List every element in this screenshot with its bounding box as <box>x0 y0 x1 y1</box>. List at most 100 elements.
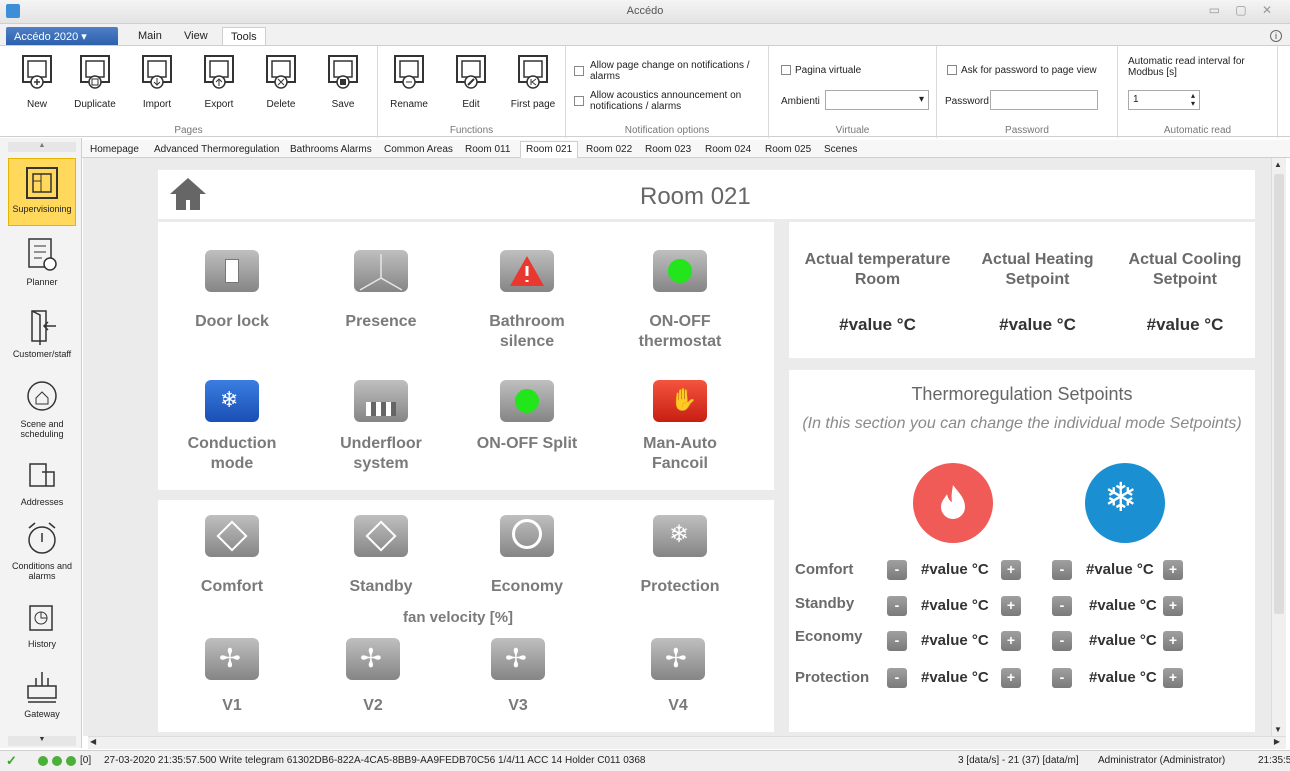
protection-mode-button[interactable]: ❄ Protection <box>615 515 745 597</box>
cool-standby-minus-button[interactable]: - <box>1052 596 1072 616</box>
sp-row-comfort-label: Comfort <box>795 561 854 578</box>
heat-standby-plus-button[interactable]: + <box>1001 596 1021 616</box>
nav-supervisioning[interactable]: Supervisioning <box>8 158 76 226</box>
app-menu-button[interactable]: Accédo 2020 ▾ <box>6 27 118 46</box>
delete-button[interactable]: Delete <box>256 54 306 110</box>
heat-comfort-value: #value °C <box>921 561 989 578</box>
virtual-group-title: Virtuale <box>835 125 870 136</box>
nav-addresses-label: Addresses <box>20 497 64 507</box>
cool-standby-plus-button[interactable]: + <box>1163 596 1183 616</box>
tab-common-areas[interactable]: Common Areas <box>384 144 453 155</box>
scroll-down-arrow[interactable]: ▼ <box>1274 725 1282 734</box>
tab-tools[interactable]: Tools <box>222 27 266 47</box>
autoread-stepper[interactable]: 1 ▴ ▾ <box>1128 90 1200 110</box>
underfloor-control[interactable]: Underfloor system <box>316 380 446 474</box>
ambienti-dropdown[interactable]: ▾ <box>825 90 929 110</box>
export-button[interactable]: Export <box>194 54 244 110</box>
tab-bathrooms-alarms[interactable]: Bathrooms Alarms <box>290 144 372 155</box>
duplicate-button[interactable]: Duplicate <box>70 54 120 110</box>
tab-room-022[interactable]: Room 022 <box>586 144 632 155</box>
heating-setpoint-label: Actual Heating Setpoint <box>981 251 1094 288</box>
save-button[interactable]: Save <box>318 54 368 110</box>
onoff-split-control[interactable]: ON-OFF Split <box>462 380 592 454</box>
status-log: 27-03-2020 21:35:57.500 Write telegram 6… <box>104 755 646 766</box>
bathroom-silence-control[interactable]: Bathroom silence <box>462 250 592 352</box>
heat-protection-plus-button[interactable]: + <box>1001 668 1021 688</box>
scroll-up-arrow[interactable]: ▲ <box>1274 160 1282 169</box>
import-button[interactable]: Import <box>132 54 182 110</box>
tab-view[interactable]: View <box>184 30 208 42</box>
tab-room-021[interactable]: Room 021 <box>520 141 579 159</box>
home-icon[interactable] <box>168 176 208 212</box>
standby-mode-button[interactable]: Standby <box>316 515 446 597</box>
scroll-right-arrow[interactable]: ▶ <box>1274 737 1280 746</box>
password-input[interactable] <box>990 90 1098 110</box>
cool-comfort-plus-button[interactable]: + <box>1163 560 1183 580</box>
nav-history[interactable]: History <box>8 602 76 649</box>
nav-scroll-up[interactable]: ▲ <box>8 142 76 152</box>
pagina-virtuale-label: Pagina virtuale <box>795 65 862 76</box>
tab-scenes[interactable]: Scenes <box>824 144 857 155</box>
autoread-group: Automatic read interval for Modbus [s] 1… <box>1118 46 1278 138</box>
fan-v2-button[interactable]: ✢ V2 <box>308 638 438 716</box>
onoff-thermostat-control[interactable]: ON-OFF thermostat <box>615 250 745 352</box>
sp-row-protection-label: Protection <box>795 669 870 686</box>
conduction-mode-control[interactable]: ❄ Conduction mode <box>167 380 297 474</box>
cool-protection-plus-button[interactable]: + <box>1163 668 1183 688</box>
man-auto-fancoil-control[interactable]: ✋ Man-Auto Fancoil <box>615 380 745 474</box>
heat-protection-minus-button[interactable]: - <box>887 668 907 688</box>
nav-conditions[interactable]: Conditions and alarms <box>8 520 76 581</box>
nav-planner[interactable]: Planner <box>8 236 76 287</box>
help-icon[interactable]: i <box>1270 30 1282 42</box>
page-change-checkbox[interactable] <box>574 66 584 76</box>
fan-v1-button[interactable]: ✢ V1 <box>167 638 297 716</box>
new-button[interactable]: New <box>12 54 62 110</box>
heat-economy-plus-button[interactable]: + <box>1001 631 1021 651</box>
heat-comfort-plus-button[interactable]: + <box>1001 560 1021 580</box>
presence-control[interactable]: Presence <box>316 250 446 332</box>
door-enter-icon <box>31 310 56 345</box>
presence-icon <box>354 250 408 292</box>
heat-comfort-minus-button[interactable]: - <box>887 560 907 580</box>
door-lock-control[interactable]: Door lock <box>167 250 297 332</box>
nav-gateway[interactable]: Gateway <box>8 666 76 719</box>
tab-room-025[interactable]: Room 025 <box>765 144 811 155</box>
page-change-label: Allow page change on notifications / ala… <box>590 60 750 82</box>
first-page-button[interactable]: First page <box>508 54 558 110</box>
nav-customer[interactable]: Customer/staff <box>8 308 76 359</box>
tab-main[interactable]: Main <box>138 30 162 42</box>
cool-economy-plus-button[interactable]: + <box>1163 631 1183 651</box>
heat-economy-minus-button[interactable]: - <box>887 631 907 651</box>
spin-icon[interactable]: ▴ ▾ <box>1191 92 1195 108</box>
rename-button[interactable]: Rename <box>384 54 434 110</box>
window-controls[interactable]: ▭ ▢ ✕ <box>1209 3 1278 17</box>
nav-scene[interactable]: Scene and scheduling <box>8 378 76 439</box>
ask-password-checkbox[interactable] <box>947 65 957 75</box>
cool-protection-minus-button[interactable]: - <box>1052 668 1072 688</box>
tab-room-023[interactable]: Room 023 <box>645 144 691 155</box>
cool-comfort-minus-button[interactable]: - <box>1052 560 1072 580</box>
tab-homepage[interactable]: Homepage <box>90 144 139 155</box>
acoustic-checkbox[interactable] <box>574 96 584 106</box>
scrollbar-thumb[interactable] <box>1274 174 1284 614</box>
comfort-mode-button[interactable]: Comfort <box>167 515 297 597</box>
horizontal-scrollbar[interactable]: ◀ ▶ <box>88 736 1286 749</box>
protection-label: Protection <box>640 578 720 595</box>
tab-advanced-thermoregulation[interactable]: Advanced Thermoregulation <box>154 144 279 155</box>
fan-v4-button[interactable]: ✢ V4 <box>613 638 743 716</box>
nav-addresses[interactable]: Addresses <box>8 458 76 507</box>
pagina-virtuale-checkbox[interactable] <box>781 65 791 75</box>
vertical-scrollbar[interactable]: ▲ ▼ <box>1271 158 1286 736</box>
cooling-setpoint-label: Actual Cooling Setpoint <box>1128 251 1242 288</box>
cool-economy-minus-button[interactable]: - <box>1052 631 1072 651</box>
nav-scroll-down[interactable]: ▼ <box>8 736 76 746</box>
economy-mode-button[interactable]: Economy <box>462 515 592 597</box>
fan-v3-button[interactable]: ✢ V3 <box>453 638 583 716</box>
tab-room-024[interactable]: Room 024 <box>705 144 751 155</box>
tab-room-011[interactable]: Room 011 <box>465 144 510 155</box>
onoff-split-label: ON-OFF Split <box>476 435 578 452</box>
heat-standby-minus-button[interactable]: - <box>887 596 907 616</box>
edit-button[interactable]: Edit <box>446 54 496 110</box>
scroll-left-arrow[interactable]: ◀ <box>90 737 96 746</box>
notification-group-title: Notification options <box>624 125 710 136</box>
